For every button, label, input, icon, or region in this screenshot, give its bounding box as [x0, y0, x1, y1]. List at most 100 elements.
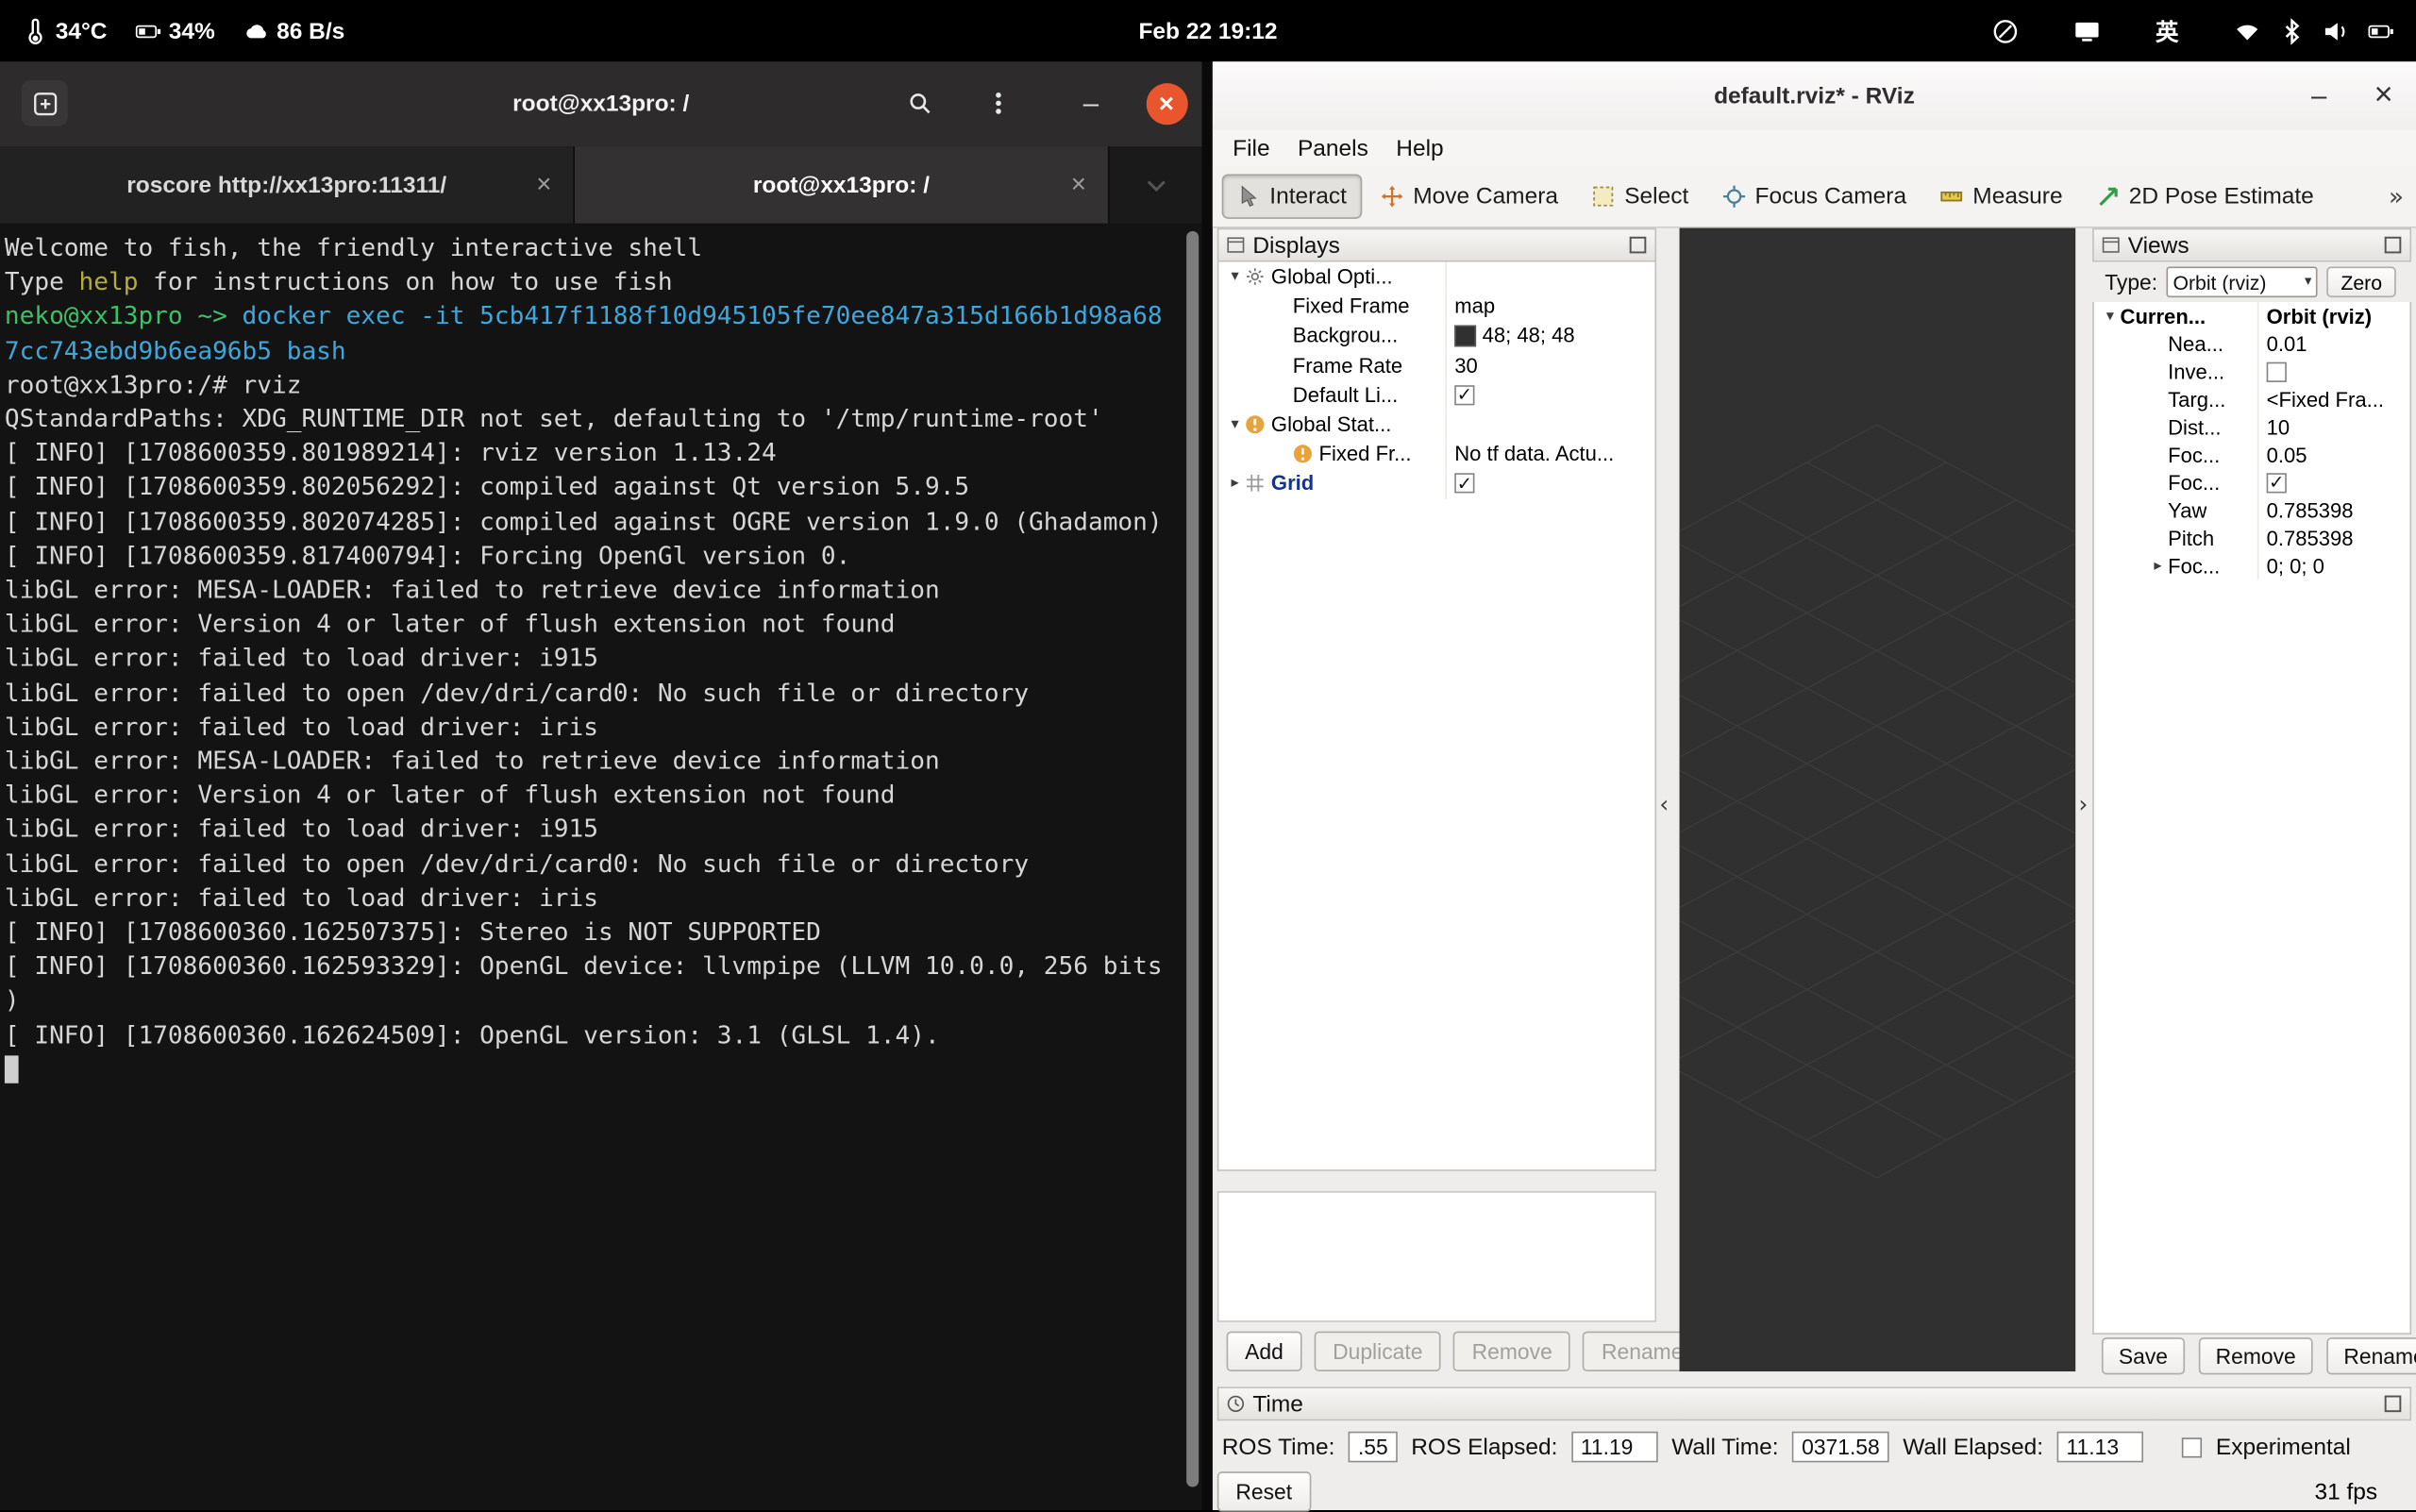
tab-list-button[interactable] [1110, 146, 1202, 224]
tree-expand-arrow[interactable]: ▾ [1225, 268, 1245, 285]
close-button[interactable]: × [1143, 80, 1189, 126]
toolbar-overflow-button[interactable]: » [2389, 182, 2404, 211]
save-button[interactable]: Save [2102, 1337, 2185, 1374]
wall-time-label: Wall Time: [1671, 1434, 1778, 1460]
wall-elapsed-input[interactable]: 11.13 [2057, 1432, 2143, 1463]
property-checkbox[interactable]: ✓ [1454, 474, 1474, 494]
rename-button[interactable]: Rename [2326, 1337, 2416, 1374]
menu-panels[interactable]: Panels [1284, 132, 1382, 164]
rviz-close-button[interactable]: × [2360, 61, 2407, 129]
property-checkbox[interactable]: ✓ [1454, 385, 1474, 405]
splitter-collapse-right[interactable]: › [2078, 791, 2088, 818]
experimental-checkbox[interactable] [2182, 1436, 2202, 1456]
time-panel-header: Time [1217, 1386, 2411, 1420]
property-value-text: 0.01 [2267, 332, 2307, 355]
tree-row[interactable]: Targ...<Fixed Fra... [2094, 385, 2410, 412]
tree-expand-arrow[interactable]: ▾ [2100, 308, 2120, 325]
tree-row[interactable]: Fixed Fr...No tf data. Actu... [1218, 440, 1654, 469]
reset-button[interactable]: Reset [1217, 1471, 1311, 1511]
tree-row[interactable]: Pitch0.785398 [2094, 524, 2410, 551]
monitor-icon[interactable] [2074, 18, 2101, 44]
property-value[interactable]: No tf data. Actu... [1445, 440, 1654, 469]
property-value[interactable]: ✓ [2257, 468, 2410, 496]
splitter-collapse-left[interactable]: ‹ [1659, 791, 1669, 818]
property-value[interactable]: map [1445, 292, 1654, 321]
tree-row[interactable]: Yaw0.785398 [2094, 496, 2410, 524]
property-value[interactable]: <Fixed Fra... [2257, 385, 2410, 412]
panel-float-button[interactable] [2384, 1395, 2403, 1414]
property-value[interactable]: 10 [2257, 413, 2410, 441]
terminal-scrollbar[interactable] [1186, 231, 1200, 1503]
wifi-icon[interactable] [2234, 18, 2260, 44]
add-button[interactable]: Add [1227, 1332, 1302, 1371]
tool-interact[interactable]: Interact [1222, 174, 1363, 218]
tool-focus-camera[interactable]: Focus Camera [1707, 174, 1922, 218]
tree-row[interactable]: Backgrou...48; 48; 48 [1218, 321, 1654, 350]
battery-icon[interactable] [2368, 18, 2394, 44]
tree-row[interactable]: Inve... [2094, 358, 2410, 385]
property-value[interactable] [1445, 262, 1654, 292]
terminal-output[interactable]: Welcome to fish, the friendly interactiv… [0, 224, 1201, 1510]
tab-close-button[interactable]: × [1071, 170, 1086, 201]
zero-button[interactable]: Zero [2327, 266, 2396, 297]
tree-row[interactable]: Nea...0.01 [2094, 329, 2410, 357]
property-value[interactable]: ✓ [1445, 380, 1654, 410]
views-panel: Views Type: Orbit (rviz) ▾ Zero ▾Curren.… [2092, 228, 2411, 1381]
minimize-button[interactable]: – [1067, 80, 1114, 126]
view-type-combo[interactable]: Orbit (rviz) ▾ [2167, 266, 2318, 297]
tree-row[interactable]: ▸Grid✓ [1218, 469, 1654, 498]
input-method-indicator[interactable]: 英 [2156, 15, 2179, 47]
property-value[interactable]: 0; 0; 0 [2257, 551, 2410, 579]
wall-time-input[interactable]: 0371.58 [1792, 1432, 1888, 1463]
tree-row[interactable]: Dist...10 [2094, 413, 2410, 441]
tree-expand-arrow[interactable]: ▾ [1225, 416, 1245, 433]
property-value[interactable]: 0.05 [2257, 441, 2410, 468]
tree-row[interactable]: Frame Rate30 [1218, 351, 1654, 380]
property-value[interactable]: ✓ [1445, 469, 1654, 498]
tree-expand-arrow[interactable]: ▸ [2148, 557, 2168, 574]
tool-move-camera[interactable]: Move Camera [1366, 174, 1574, 218]
menu-help[interactable]: Help [1383, 132, 1458, 164]
property-value[interactable]: 30 [1445, 351, 1654, 380]
ros-elapsed-input[interactable]: 11.19 [1571, 1432, 1657, 1463]
property-value[interactable]: 0.01 [2257, 329, 2410, 357]
screencast-icon[interactable] [1992, 18, 2019, 44]
menu-kebab-button[interactable] [975, 80, 1021, 126]
rviz-minimize-button[interactable]: – [2296, 61, 2342, 129]
tree-row[interactable]: ▾Curren...Orbit (rviz) [2094, 302, 2410, 329]
tree-expand-arrow[interactable]: ▸ [1225, 476, 1245, 493]
tree-row[interactable]: Default Li...✓ [1218, 380, 1654, 410]
tree-row[interactable]: ▸Foc...0; 0; 0 [2094, 551, 2410, 579]
property-value[interactable]: 48; 48; 48 [1445, 321, 1654, 350]
tree-row[interactable]: Foc...0.05 [2094, 441, 2410, 468]
volume-icon[interactable] [2324, 18, 2350, 44]
search-button[interactable] [897, 80, 943, 126]
property-value[interactable]: 0.785398 [2257, 496, 2410, 524]
tree-row[interactable]: Fixed Framemap [1218, 292, 1654, 321]
remove-button[interactable]: Remove [2199, 1337, 2313, 1374]
property-checkbox[interactable]: ✓ [2267, 472, 2287, 492]
panel-float-button[interactable] [1629, 236, 1648, 255]
bluetooth-icon[interactable] [2279, 18, 2306, 44]
rviz-menubar: FilePanelsHelp [1213, 129, 2416, 166]
terminal-tab[interactable]: roscore http://xx13pro:11311/× [0, 146, 575, 224]
tool-2d-pose-estimate[interactable]: 2D Pose Estimate [2081, 174, 2329, 218]
menu-file[interactable]: File [1218, 132, 1284, 164]
tree-row[interactable]: Foc...✓ [2094, 468, 2410, 496]
scrollbar-thumb[interactable] [1186, 231, 1199, 1487]
tab-close-button[interactable]: × [536, 170, 551, 201]
tool-measure[interactable]: Measure [1925, 174, 2078, 218]
topbar-system-tray[interactable]: 英 [1992, 0, 2394, 61]
property-value[interactable] [1445, 410, 1654, 439]
ros-time-input[interactable]: .55 [1349, 1432, 1397, 1463]
property-checkbox[interactable] [2267, 361, 2287, 381]
3d-viewport[interactable] [1680, 228, 2076, 1371]
property-value[interactable]: 0.785398 [2257, 524, 2410, 551]
tree-row[interactable]: ▾Global Opti... [1218, 262, 1654, 292]
tool-select[interactable]: Select [1577, 174, 1704, 218]
property-value[interactable] [2257, 358, 2410, 385]
tree-row[interactable]: ▾Global Stat... [1218, 410, 1654, 439]
terminal-tab[interactable]: root@xx13pro: /× [575, 146, 1110, 224]
property-value[interactable]: Orbit (rviz) [2257, 302, 2410, 329]
panel-float-button[interactable] [2384, 236, 2403, 255]
